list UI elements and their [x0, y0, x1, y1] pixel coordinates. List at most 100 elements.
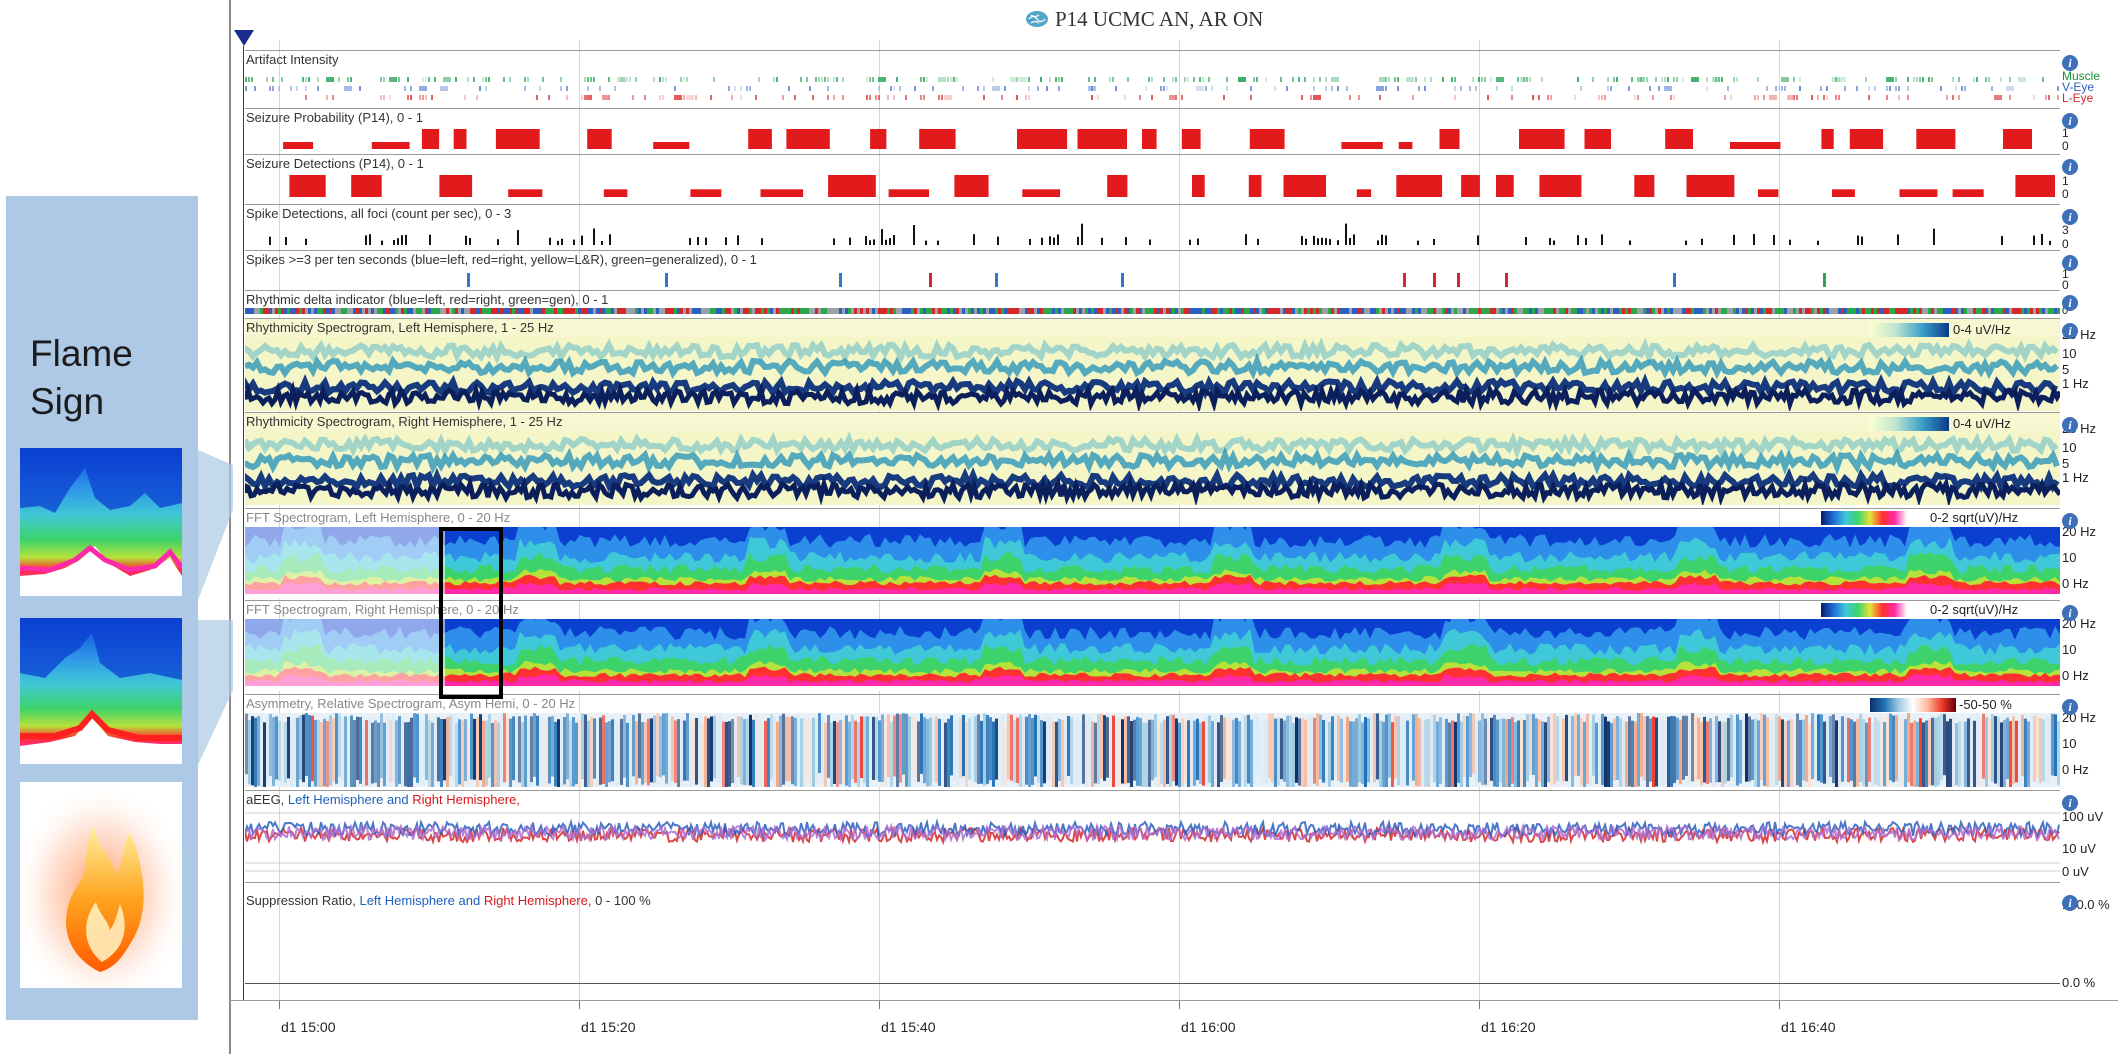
artifact-legend: Muscle V-Eye L-Eye [2062, 70, 2100, 104]
suppression-label-right: Right Hemisphere, [483, 893, 592, 908]
tick [1479, 1001, 1480, 1009]
flame-sign-title-line2: Sign [30, 381, 105, 422]
suppression-label-left: Left Hemisphere [359, 893, 455, 908]
seizure-detections-track [289, 175, 2055, 197]
info-icon[interactable]: i [2062, 255, 2078, 271]
spike-detections-track [269, 223, 2051, 245]
axis-tick-bottom: 0.0 % [2062, 975, 2096, 990]
tick-label: 10 [2062, 550, 2077, 565]
panel-label: Spikes >=3 per ten seconds (blue=left, r… [246, 252, 757, 267]
aeeg-trace [245, 812, 2060, 872]
aeeg-label-and: and [386, 792, 409, 807]
tick [1779, 1001, 1780, 1009]
tick-label: 10 [2062, 642, 2077, 657]
seizure-probability-track [283, 129, 2032, 149]
axis-ticks: 3 0 [2062, 223, 2069, 251]
tick [279, 1001, 280, 1009]
info-icon[interactable]: i [2062, 895, 2078, 911]
info-icon[interactable]: i [2062, 417, 2078, 433]
axis-ticks: 100 uV 10 uV 0 uV [2062, 801, 2103, 879]
suppression-label-prefix: Suppression Ratio, [246, 893, 356, 908]
fft-right-spectrogram [245, 619, 2060, 691]
tick-label: 0 Hz [2062, 668, 2089, 683]
info-icon[interactable]: i [2062, 323, 2078, 339]
rhythmicity-right-panel: Rhythmicity Spectrogram, Right Hemispher… [245, 412, 2096, 505]
tick [1179, 1001, 1180, 1009]
info-icon[interactable]: i [2062, 159, 2078, 175]
time-cursor-line[interactable] [243, 46, 244, 1000]
info-icon[interactable]: i [2062, 699, 2078, 715]
aeeg-label-right: Right Hemisphere, [412, 792, 520, 807]
rhythmicity-right-spectrogram [245, 431, 2060, 505]
rhythmic-delta-panel: Rhythmic delta indicator (blue=left, red… [245, 290, 2078, 317]
panel-label: Seizure Probability (P14), 0 - 1 [246, 110, 424, 125]
artifact-intensity-panel: Artifact Intensity i Muscle V-Eye L-Eye [245, 50, 2100, 107]
flame-image [20, 782, 182, 988]
tick-label: 0 [2062, 278, 2069, 292]
time-axis: d1 15:00 d1 15:20 d1 15:40 d1 16:00 d1 1… [229, 1000, 2118, 1055]
aeeg-label-left: Left Hemisphere [287, 792, 384, 807]
tick-label: 0 [2062, 237, 2069, 251]
panel-label: Seizure Detections (P14), 0 - 1 [246, 156, 424, 171]
tick-label: 5 [2062, 456, 2070, 471]
colorbar [1869, 323, 1949, 337]
axis-ticks: 20 Hz 10 0 Hz [2062, 611, 2096, 689]
suppression-label-and: and [458, 893, 481, 908]
tick-label: 0 Hz [2062, 576, 2089, 591]
tick-label: 0 uV [2062, 864, 2089, 879]
colorbar-label: 0-4 uV/Hz [1953, 416, 2011, 431]
info-icon[interactable]: i [2062, 795, 2078, 811]
rhythmicity-left-spectrogram [245, 337, 2060, 411]
info-icon[interactable]: i [2062, 55, 2078, 71]
faded-region [245, 527, 445, 599]
fft-right-panel: FFT Spectrogram, Right Hemisphere, 0 - 2… [245, 600, 2096, 691]
recording-title: P14 UCMC AN, AR ON [1055, 7, 1264, 31]
panel-label: FFT Spectrogram, Left Hemisphere, 0 - 20… [246, 510, 511, 525]
flame-sign-title: Flame Sign [30, 330, 133, 426]
tick-label: 10 [2062, 346, 2077, 361]
axis-ticks: 1 0 [2062, 127, 2069, 153]
colorbar [1870, 698, 1956, 712]
suppression-ratio-panel: Suppression Ratio, Left Hemisphere and R… [245, 882, 2110, 1001]
info-icon[interactable]: i [2062, 209, 2078, 225]
axis-ticks: 20 Hz 10 0 Hz [2062, 705, 2096, 783]
aeeg-label-prefix: aEEG, [246, 792, 285, 807]
fft-left-flame-thumbnail [20, 448, 182, 596]
tick-label: 0 [2062, 187, 2069, 201]
baseline [245, 983, 2060, 984]
info-icon[interactable]: i [2062, 605, 2078, 621]
tick-label: 5 [2062, 362, 2070, 377]
info-icon[interactable]: i [2062, 513, 2078, 529]
panel-label: Artifact Intensity [246, 52, 339, 67]
eeg-trend-window: P14 UCMC AN, AR ON Artifact Intensity i … [229, 0, 2118, 1054]
axis-ticks: 1 0 [2062, 175, 2069, 201]
info-icon[interactable]: i [2062, 113, 2078, 129]
rhythmicity-left-panel: Rhythmicity Spectrogram, Left Hemisphere… [245, 318, 2096, 411]
tick-label: 3 [2062, 223, 2069, 237]
time-cursor-marker[interactable] [233, 28, 255, 50]
info-icon[interactable]: i [2062, 295, 2078, 311]
tick-label: 0 Hz [2062, 762, 2089, 777]
colorbar-label: 0-2 sqrt(uV)/Hz [1930, 510, 2019, 525]
tick [879, 1001, 880, 1009]
seizure-detections-panel: Seizure Detections (P14), 0 - 1 i 1 0 [245, 154, 2078, 201]
tick-label: 1 Hz [2062, 376, 2089, 391]
time-label: d1 16:00 [1181, 1019, 1236, 1035]
fft-left-panel: FFT Spectrogram, Left Hemisphere, 0 - 20… [245, 508, 2096, 599]
panel-label: aEEG, Left Hemisphere and Right Hemisphe… [246, 792, 520, 807]
asymmetry-spectrogram [245, 713, 2060, 787]
time-label: d1 16:40 [1781, 1019, 1836, 1035]
rhythmic-delta-track [245, 308, 2060, 314]
title-bar: P14 UCMC AN, AR ON [229, 0, 2118, 40]
tick-label: 10 [2062, 440, 2077, 455]
asymmetry-panel: Asymmetry, Relative Spectrogram, Asym He… [245, 694, 2096, 787]
spike-detections-panel: Spike Detections, all foci (count per se… [245, 204, 2078, 251]
panel-label: Suppression Ratio, Left Hemisphere and R… [246, 893, 651, 908]
tick-label: 10 [2062, 736, 2077, 751]
fft-right-flame-thumbnail [20, 618, 182, 764]
tick-label: 10 uV [2062, 841, 2096, 856]
window-border [229, 0, 231, 1054]
axis-ticks: 20 Hz 10 0 Hz [2062, 519, 2096, 597]
panel-label: Rhythmicity Spectrogram, Right Hemispher… [246, 414, 563, 429]
colorbar-label: -50-50 % [1959, 697, 2012, 712]
